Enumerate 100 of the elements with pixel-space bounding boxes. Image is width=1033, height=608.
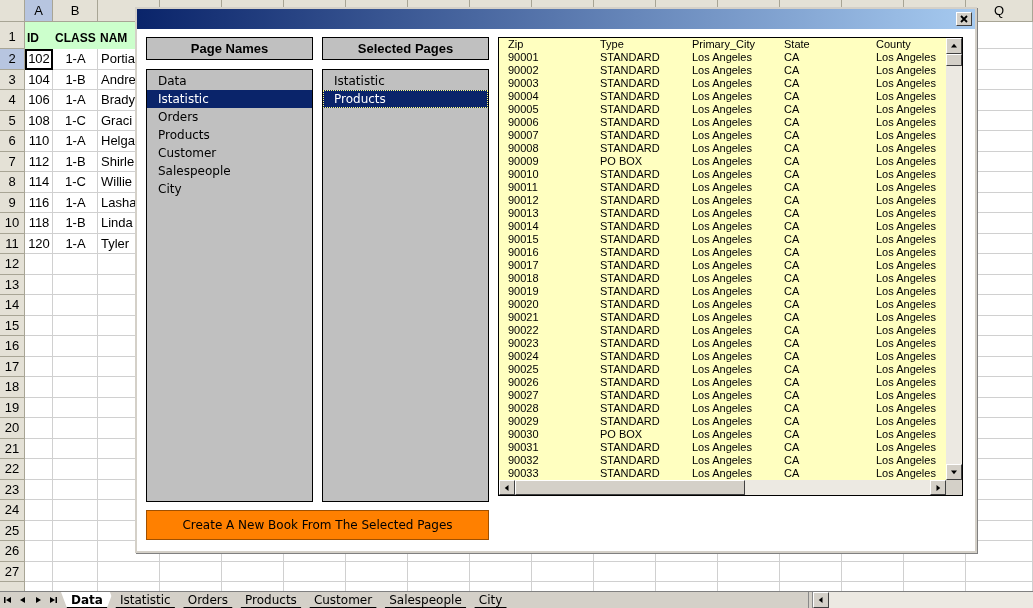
row-number[interactable]: 10 <box>0 213 25 234</box>
table-cell: CA <box>784 467 800 480</box>
table-cell: 102 <box>25 49 53 70</box>
table-cell-text: 120 <box>27 234 51 253</box>
table-cell: 90031 <box>508 441 539 454</box>
row-number[interactable]: 22 <box>0 459 25 480</box>
table-cell: 90009 <box>508 155 539 168</box>
row-number[interactable]: 26 <box>0 541 25 562</box>
horizontal-scrollbar[interactable] <box>499 480 946 495</box>
scroll-left-button[interactable] <box>499 480 515 495</box>
table-cell: Los Angeles <box>876 194 936 207</box>
create-book-button[interactable]: Create A New Book From The Selected Pages <box>146 510 489 540</box>
table-cell: 90027 <box>508 389 539 402</box>
row-number[interactable]: 27 <box>0 561 25 582</box>
row-number[interactable]: 11 <box>0 233 25 254</box>
table-cell: STANDARD <box>600 103 660 116</box>
close-button[interactable] <box>956 12 972 26</box>
split-handle[interactable] <box>808 592 813 608</box>
table-cell: CA <box>784 233 800 246</box>
row-number[interactable]: 20 <box>0 418 25 439</box>
table-cell-text: Portia <box>100 50 136 68</box>
table-cell: CA <box>784 51 800 64</box>
scroll-left-button[interactable] <box>813 592 829 608</box>
row-number[interactable]: 2 <box>0 49 25 70</box>
table-cell: CA <box>784 350 800 363</box>
table-cell-text: 1-A <box>64 91 87 109</box>
list-item[interactable]: Products <box>323 90 488 108</box>
table-cell: STANDARD <box>600 116 660 129</box>
table-cell: Los Angeles <box>692 168 752 181</box>
list-header: Selected Pages <box>322 37 489 60</box>
table-cell-text: 1-C <box>64 111 87 130</box>
table-cell: STANDARD <box>600 454 660 467</box>
table-cell: 90020 <box>508 298 539 311</box>
list-item[interactable]: City <box>147 180 312 198</box>
row-number[interactable]: 3 <box>0 69 25 90</box>
table-cell-text: 106 <box>27 91 51 109</box>
row-number[interactable]: 5 <box>0 110 25 131</box>
row-number[interactable]: 24 <box>0 500 25 521</box>
row-number[interactable]: 13 <box>0 274 25 295</box>
table-cell: STANDARD <box>600 246 660 259</box>
table-cell: CA <box>784 246 800 259</box>
horizontal-scrollbar[interactable] <box>808 592 1033 608</box>
row-number[interactable]: 25 <box>0 520 25 541</box>
row-number[interactable]: 16 <box>0 336 25 357</box>
scroll-down-button[interactable] <box>946 464 962 480</box>
table-cell: 90008 <box>508 142 539 155</box>
row-number[interactable]: 8 <box>0 172 25 193</box>
bar-arrow-icon <box>2 595 13 605</box>
scrollbar-thumb[interactable] <box>946 54 962 66</box>
row-number[interactable]: 12 <box>0 254 25 275</box>
table-cell: Los Angeles <box>876 441 936 454</box>
row-number[interactable]: 7 <box>0 151 25 172</box>
column-header: County <box>876 38 911 51</box>
scroll-up-button[interactable] <box>946 38 962 54</box>
table-cell: STANDARD <box>600 51 660 64</box>
table-cell: Los Angeles <box>876 77 936 90</box>
row-number[interactable]: 9 <box>0 192 25 213</box>
row-number[interactable]: 17 <box>0 356 25 377</box>
table-cell-text: Tyler <box>100 234 131 253</box>
table-cell: CA <box>784 90 800 103</box>
list-item[interactable]: Products <box>147 126 312 144</box>
row-number[interactable]: 4 <box>0 90 25 111</box>
list-item[interactable]: Salespeople <box>147 162 312 180</box>
table-cell: Los Angeles <box>692 246 752 259</box>
vertical-scrollbar[interactable] <box>946 38 962 480</box>
column-header[interactable]: B <box>53 0 98 22</box>
list-item[interactable]: Istatistic <box>323 72 488 90</box>
table-cell: Los Angeles <box>876 64 936 77</box>
table-cell-text: Graci <box>100 111 134 130</box>
table-cell-text: 1-B <box>64 214 87 232</box>
table-cell: Los Angeles <box>692 363 752 376</box>
table-cell-text: 1-B <box>64 152 87 171</box>
table-cell: Los Angeles <box>876 51 936 64</box>
list-item[interactable]: Istatistic <box>147 90 312 108</box>
table-cell: Los Angeles <box>876 220 936 233</box>
scroll-right-button[interactable] <box>930 480 946 495</box>
table-cell: CA <box>784 129 800 142</box>
row-number[interactable]: 1 <box>0 22 25 49</box>
row-number[interactable]: 18 <box>0 377 25 398</box>
table-cell: CA <box>784 324 800 337</box>
row-number[interactable]: 23 <box>0 479 25 500</box>
row-number[interactable]: 19 <box>0 397 25 418</box>
list-item[interactable]: Orders <box>147 108 312 126</box>
row-number[interactable]: 15 <box>0 315 25 336</box>
list-item[interactable]: Customer <box>147 144 312 162</box>
scrollbar-thumb[interactable] <box>515 480 745 495</box>
list-item[interactable]: Data <box>147 72 312 90</box>
table-cell: STANDARD <box>600 467 660 480</box>
row-number[interactable]: 21 <box>0 438 25 459</box>
table-cell: STANDARD <box>600 376 660 389</box>
bar-arrow-icon <box>47 595 58 605</box>
table-cell: CA <box>784 64 800 77</box>
column-header[interactable]: A <box>25 0 53 22</box>
row-number[interactable]: 6 <box>0 131 25 152</box>
row-number[interactable]: 14 <box>0 295 25 316</box>
table-cell: STANDARD <box>600 90 660 103</box>
table-cell: Los Angeles <box>876 415 936 428</box>
sheet-tab[interactable]: Data <box>61 592 113 608</box>
table-cell: 90004 <box>508 90 539 103</box>
table-cell: STANDARD <box>600 337 660 350</box>
